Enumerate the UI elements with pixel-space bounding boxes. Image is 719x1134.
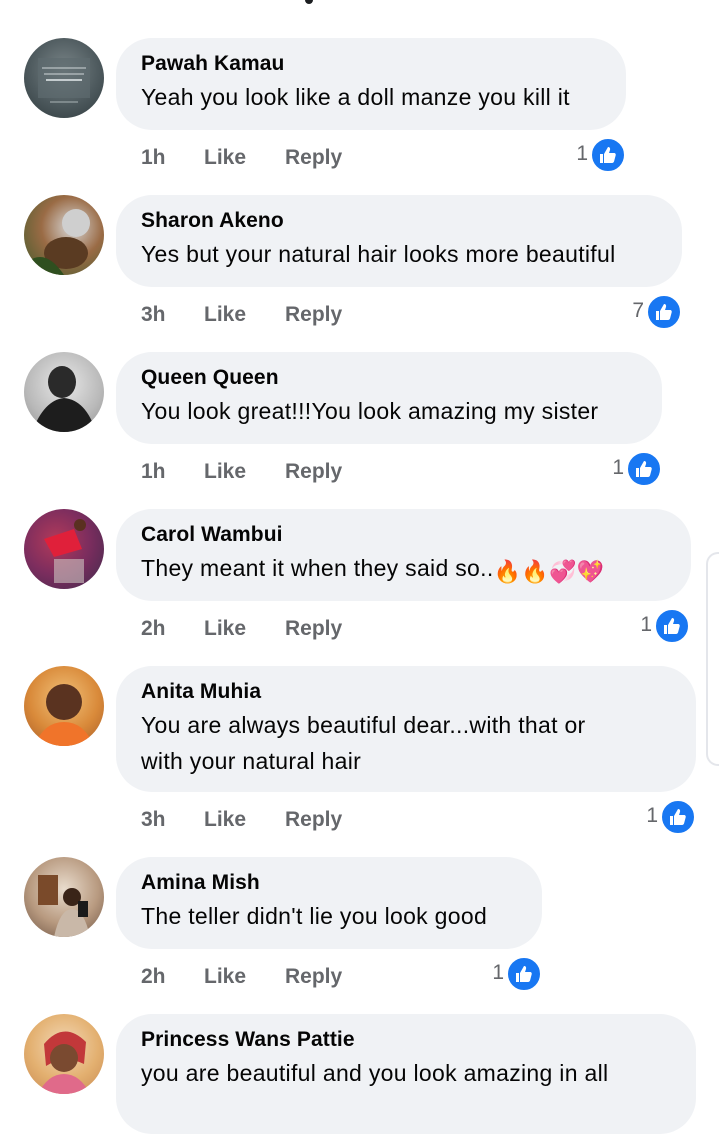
comment-bubble[interactable]: Pawah Kamau Yeah you look like a doll ma… xyxy=(116,38,626,130)
avatar[interactable] xyxy=(24,352,104,432)
avatar[interactable] xyxy=(24,38,104,118)
like-button[interactable]: Like xyxy=(204,303,246,327)
comment-bubble[interactable]: Amina Mish The teller didn't lie you loo… xyxy=(116,857,542,949)
thumbs-up-icon xyxy=(506,956,542,992)
reaction-summary[interactable]: 1 xyxy=(596,451,662,488)
comment-time[interactable]: 2h xyxy=(141,617,166,641)
comment-text: You look great!!!You look amazing my sis… xyxy=(141,398,599,424)
comment-text: Yeah you look like a doll manze you kill… xyxy=(141,84,570,110)
comment-text: You are always beautiful dear...with tha… xyxy=(141,707,670,779)
reaction-summary[interactable]: 1 xyxy=(630,799,696,836)
comment-bubble[interactable]: Sharon Akeno Yes but your natural hair l… xyxy=(116,195,682,287)
comment-bubble[interactable]: Princess Wans Pattie you are beautiful a… xyxy=(116,1014,696,1134)
comment-text: Yes but your natural hair looks more bea… xyxy=(141,241,616,267)
thumbs-up-icon xyxy=(626,451,662,487)
comment-time[interactable]: 1h xyxy=(141,146,166,170)
avatar[interactable] xyxy=(24,857,104,937)
avatar[interactable] xyxy=(24,666,104,746)
comment-bubble[interactable]: Queen Queen You look great!!!You look am… xyxy=(116,352,662,444)
reply-button[interactable]: Reply xyxy=(285,965,342,989)
reply-button[interactable]: Reply xyxy=(285,146,342,170)
avatar-image xyxy=(32,366,96,432)
comment-text: They meant it when they said so..🔥🔥💞💖 xyxy=(141,550,665,586)
side-panel-edge[interactable] xyxy=(706,552,719,766)
like-button[interactable]: Like xyxy=(204,808,246,832)
reaction-count: 1 xyxy=(612,456,624,479)
comment-author[interactable]: Amina Mish xyxy=(141,870,516,896)
like-button[interactable]: Like xyxy=(204,617,246,641)
comment-text: The teller didn't lie you look good xyxy=(141,903,488,929)
avatar[interactable] xyxy=(24,509,104,589)
reply-button[interactable]: Reply xyxy=(285,460,342,484)
comment-author[interactable]: Sharon Akeno xyxy=(141,208,656,234)
comment-author[interactable]: Carol Wambui xyxy=(141,522,665,548)
comment-time[interactable]: 3h xyxy=(141,303,166,327)
reaction-summary[interactable]: 7 xyxy=(616,294,682,331)
comment-author[interactable]: Princess Wans Pattie xyxy=(141,1027,670,1053)
reply-button[interactable]: Reply xyxy=(285,808,342,832)
comment-author[interactable]: Pawah Kamau xyxy=(141,51,600,77)
avatar[interactable] xyxy=(24,195,104,275)
sparkling-heart-icon: 💖 xyxy=(576,559,605,584)
avatar-image xyxy=(44,519,86,583)
reaction-count: 1 xyxy=(492,961,504,984)
comment-time[interactable]: 2h xyxy=(141,965,166,989)
avatar-image xyxy=(34,684,94,746)
comment-author[interactable]: Anita Muhia xyxy=(141,679,670,705)
like-button[interactable]: Like xyxy=(204,460,246,484)
reaction-count: 7 xyxy=(632,299,644,322)
reaction-count: 1 xyxy=(576,142,588,165)
thumbs-up-icon xyxy=(646,294,682,330)
avatar-image xyxy=(38,1031,90,1094)
reply-button[interactable]: Reply xyxy=(285,303,342,327)
fire-icon: 🔥 xyxy=(493,559,522,584)
reaction-summary[interactable]: 1 xyxy=(476,956,542,993)
reaction-summary[interactable]: 1 xyxy=(624,608,690,645)
reaction-count: 1 xyxy=(646,804,658,827)
avatar-image xyxy=(38,58,90,103)
comment-text-body: They meant it when they said so.. xyxy=(141,555,494,581)
like-button[interactable]: Like xyxy=(204,146,246,170)
like-button[interactable]: Like xyxy=(204,965,246,989)
reply-button[interactable]: Reply xyxy=(285,617,342,641)
avatar-image xyxy=(24,209,90,275)
revolving-hearts-icon: 💞 xyxy=(548,559,577,584)
reaction-count: 1 xyxy=(640,613,652,636)
comment-time[interactable]: 1h xyxy=(141,460,166,484)
thumbs-up-icon xyxy=(654,608,690,644)
comment-bubble[interactable]: Carol Wambui They meant it when they sai… xyxy=(116,509,691,601)
comment-time[interactable]: 3h xyxy=(141,808,166,832)
scroll-indicator xyxy=(305,0,313,4)
avatar[interactable] xyxy=(24,1014,104,1094)
reaction-summary[interactable]: 1 xyxy=(560,137,626,174)
comment-author[interactable]: Queen Queen xyxy=(141,365,636,391)
avatar-image xyxy=(38,875,90,937)
comment-text-line: with your natural hair xyxy=(141,748,362,774)
fire-icon: 🔥 xyxy=(521,559,549,584)
comment-text: you are beautiful and you look amazing i… xyxy=(141,1060,609,1086)
thumbs-up-icon xyxy=(660,799,696,835)
comment-bubble[interactable]: Anita Muhia You are always beautiful dea… xyxy=(116,666,696,792)
comment-text-line: You are always beautiful dear...with tha… xyxy=(141,712,586,738)
thumbs-up-icon xyxy=(590,137,626,173)
